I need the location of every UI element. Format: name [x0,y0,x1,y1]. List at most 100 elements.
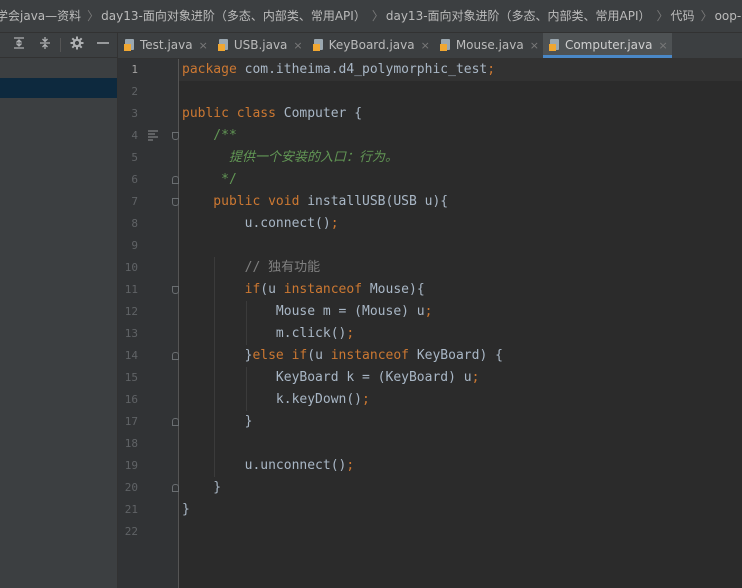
close-icon[interactable]: × [658,39,667,52]
code-token: ; [362,392,370,407]
breadcrumb-item[interactable]: day13-面向对象进阶（多态、内部类、常用API） [101,0,366,32]
code-token: installUSB(USB u){ [307,194,449,209]
project-tool-window [0,33,118,588]
code-line: } [182,477,221,499]
tab-computer-java[interactable]: Computer.java × [542,33,672,58]
chevron-right-icon: 〉 [656,9,669,23]
line-number: 4 [131,129,138,142]
code-token: ; [346,458,355,473]
breadcrumb-item[interactable]: 代码 [671,0,695,32]
fold-marker-icon[interactable] [172,484,179,492]
code-token: // 独有功能 [182,260,321,275]
line-number: 20 [124,481,138,494]
code-line: } [182,499,190,521]
tab-label: Mouse.java [455,38,524,52]
code-line: package com.itheima.d4_polymorphic_test; [182,59,495,81]
code-token: 提供一个安装的入口：行为。 [182,150,398,165]
fold-marker-icon[interactable] [172,418,179,426]
java-file-icon [312,39,325,51]
code-token: instanceof [283,282,370,297]
indent-guide [246,301,247,345]
code-line: // 独有功能 [182,257,320,279]
code-line: public void installUSB(USB u){ [182,191,448,213]
line-number: 17 [124,415,138,428]
line-number: 21 [124,503,138,516]
code-token: ; [330,216,339,231]
java-file-icon [124,39,136,51]
java-file-icon [439,39,452,51]
line-number: 3 [131,107,138,120]
fold-marker-icon[interactable] [172,286,179,294]
code-line: 提供一个安装的入口：行为。 [182,147,398,169]
line-number: 14 [124,349,138,362]
code-token: u.unconnect() [182,458,347,473]
line-number: 10 [124,261,138,274]
tab-mouse-java[interactable]: Mouse.java × [434,33,543,58]
code-line: if(u instanceof Mouse){ [182,279,425,301]
code-token: } [182,348,253,363]
code-token: else if [252,348,308,363]
line-number: 22 [124,525,138,538]
doc-render-icon[interactable] [147,129,159,144]
expand-all-icon[interactable] [10,36,28,54]
code-token: if [244,282,261,297]
code-token: u.connect() [182,216,331,231]
line-number: 11 [124,283,138,296]
code-token: } [182,480,222,495]
code-token: } [182,414,253,429]
code-token: m.click() [182,326,347,341]
tab-test-java[interactable]: Test.java × [118,33,212,58]
line-number: 15 [124,371,138,384]
code-token: public class [182,106,284,121]
line-number: 13 [124,327,138,340]
java-file-icon [217,39,230,51]
fold-marker-icon[interactable] [172,198,179,206]
gear-icon[interactable] [68,36,86,54]
code-token: ; [346,326,355,341]
code-token: ; [487,62,496,77]
collapse-all-icon[interactable] [36,36,54,54]
selected-tree-row[interactable] [0,78,117,98]
indent-guide [214,257,215,477]
close-icon[interactable]: × [199,39,208,52]
line-number: 18 [124,437,138,450]
code-token: KeyBoard) { [416,348,503,363]
code-token: public void [182,194,308,209]
breadcrumb-item[interactable]: 学会java—资料 [0,0,81,32]
fold-marker-icon[interactable] [172,132,179,140]
code-token: Computer { [283,106,363,121]
code-line: public class Computer { [182,103,362,125]
line-number: 2 [131,85,138,98]
line-number: 8 [131,217,138,230]
breadcrumb-item[interactable]: day13-面向对象进阶（多态、内部类、常用API） [386,0,651,32]
close-icon[interactable]: × [293,39,302,52]
tab-label: Test.java [140,38,193,52]
tab-label: USB.java [233,38,288,52]
chevron-right-icon: 〉 [700,9,713,23]
tab-label: KeyBoard.java [328,38,415,52]
close-icon[interactable]: × [530,39,539,52]
editor-tabs: Test.java × USB.java × KeyBoard.java × Mouse.j… [118,33,742,59]
tab-usb-java[interactable]: USB.java × [212,33,307,58]
breadcrumb-item[interactable]: oop-app [715,0,742,32]
code-token: Mouse m = (Mouse) u [182,304,425,319]
chevron-right-icon: 〉 [87,9,100,23]
code-line: } [182,411,253,433]
chevron-right-icon: 〉 [371,9,384,23]
tab-label: Computer.java [564,38,653,52]
tab-keyboard-java[interactable]: KeyBoard.java × [307,33,434,58]
fold-marker-icon[interactable] [172,352,179,360]
code-token: ; [424,304,433,319]
line-number: 6 [131,173,138,186]
line-number: 1 [131,63,138,76]
code-token: } [182,502,190,517]
code-token: (u [307,348,331,363]
fold-marker-icon[interactable] [172,176,179,184]
code-token: (u [260,282,284,297]
minimize-icon[interactable] [94,36,112,54]
close-icon[interactable]: × [421,39,430,52]
project-toolbar [0,33,117,58]
code-line: u.unconnect(); [182,455,355,477]
code-line: Mouse m = (Mouse) u; [182,301,433,323]
code-line: }else if(u instanceof KeyBoard) { [182,345,503,367]
